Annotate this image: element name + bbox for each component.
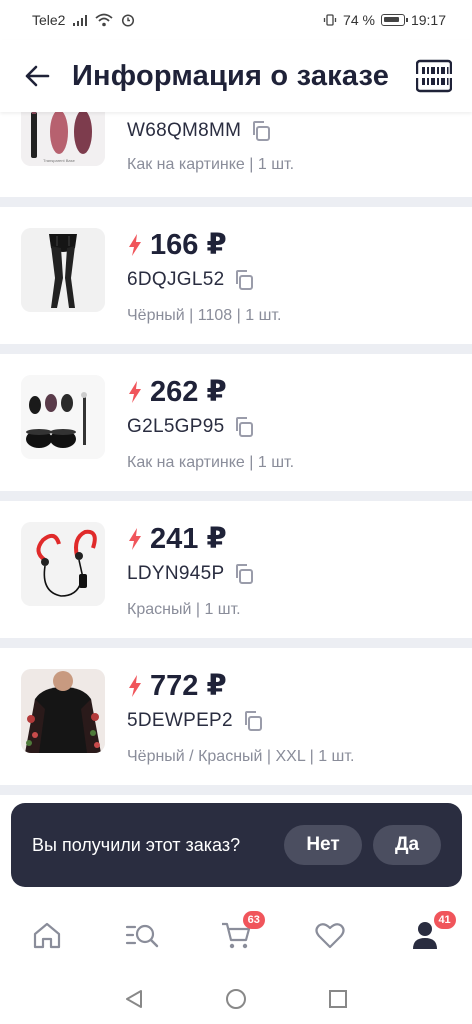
battery-percent: 74 % <box>343 12 375 28</box>
product-variant: Красный | 1 шт. <box>127 601 241 618</box>
clock: 19:17 <box>410 12 446 28</box>
status-bar: Tele2 74 % 19:17 <box>0 0 472 40</box>
product-code: LDYN945P <box>127 563 225 584</box>
nav-back-icon[interactable] <box>123 988 145 1010</box>
copy-icon[interactable] <box>243 710 263 732</box>
product-code: 6DQJGL52 <box>127 269 225 290</box>
bottom-tab-bar: 63 41 <box>0 897 472 973</box>
svg-text:Transparent Base: Transparent Base <box>43 158 75 163</box>
vibrate-icon <box>323 14 337 26</box>
product-code: G2L5GP95 <box>127 416 225 437</box>
prompt-question: Вы получили этот заказ? <box>32 834 241 855</box>
alarm-icon <box>122 14 135 27</box>
signal-icon <box>73 14 88 26</box>
product-thumbnail[interactable] <box>21 669 105 753</box>
lightning-icon <box>129 674 141 697</box>
product-thumbnail[interactable] <box>21 375 105 459</box>
carrier-name: Tele2 <box>32 12 66 28</box>
list-item[interactable]: 241 ₽ LDYN945P Красный | 1 шт. <box>0 501 472 638</box>
product-variant: Чёрный / Красный | XXL | 1 шт. <box>127 748 355 765</box>
product-variant: Как на картинке | 1 шт. <box>127 156 295 173</box>
battery-icon <box>380 14 408 26</box>
stockings-image <box>21 228 105 312</box>
barcode-icon[interactable] <box>416 59 452 93</box>
yes-button[interactable]: Да <box>373 825 441 865</box>
nav-home-icon[interactable] <box>225 988 247 1010</box>
product-price: 166 ₽ <box>150 229 227 261</box>
product-variant: Чёрный | 1108 | 1 шт. <box>127 307 282 324</box>
copy-icon[interactable] <box>234 416 254 438</box>
product-thumbnail[interactable] <box>21 228 105 312</box>
home-icon <box>34 922 61 949</box>
order-received-prompt: Вы получили этот заказ? Нет Да <box>11 803 462 887</box>
app-header: Информация о заказе <box>0 40 472 112</box>
tab-cart[interactable]: 63 <box>189 897 283 973</box>
no-button[interactable]: Нет <box>284 825 362 865</box>
sport-earphones-image <box>21 522 105 606</box>
tab-home[interactable] <box>0 897 94 973</box>
arrow-left-icon <box>25 65 50 87</box>
lightning-icon <box>129 380 141 403</box>
nav-recents-icon[interactable] <box>327 988 349 1010</box>
copy-icon[interactable] <box>251 120 271 142</box>
copy-icon[interactable] <box>234 269 254 291</box>
floral-blouse-image <box>21 669 105 753</box>
gel-polish-kit-image <box>21 375 105 459</box>
system-nav-bar <box>0 973 472 1024</box>
list-item[interactable]: 262 ₽ G2L5GP95 Как на картинке | 1 шт. <box>0 354 472 491</box>
product-price: 241 ₽ <box>150 523 227 555</box>
page-title: Информация о заказе <box>72 59 390 92</box>
list-item[interactable]: Transparent Base W68QM8MM Как на картинк… <box>0 82 472 197</box>
profile-badge: 41 <box>433 911 456 929</box>
wifi-icon <box>95 13 114 27</box>
cart-badge: 63 <box>242 911 265 929</box>
list-item[interactable]: 166 ₽ 6DQJGL52 Чёрный | 1108 | 1 шт. <box>0 207 472 344</box>
tab-favorites[interactable] <box>283 897 377 973</box>
product-code: 5DEWPEP2 <box>127 710 233 731</box>
product-price: 772 ₽ <box>150 670 227 702</box>
list-item[interactable]: 772 ₽ 5DEWPEP2 Чёрный / Красный | XXL | … <box>0 648 472 785</box>
product-variant: Как на картинке | 1 шт. <box>127 454 295 471</box>
product-code: W68QM8MM <box>127 120 242 141</box>
lightning-icon <box>129 527 141 550</box>
copy-icon[interactable] <box>234 563 254 585</box>
product-thumbnail[interactable] <box>21 522 105 606</box>
heart-icon <box>315 922 345 948</box>
back-button[interactable] <box>20 59 54 93</box>
product-price: 262 ₽ <box>150 376 227 408</box>
lightning-icon <box>129 233 141 256</box>
catalog-search-icon <box>125 924 158 948</box>
tab-profile[interactable]: 41 <box>378 897 472 973</box>
tab-catalog-search[interactable] <box>94 897 188 973</box>
